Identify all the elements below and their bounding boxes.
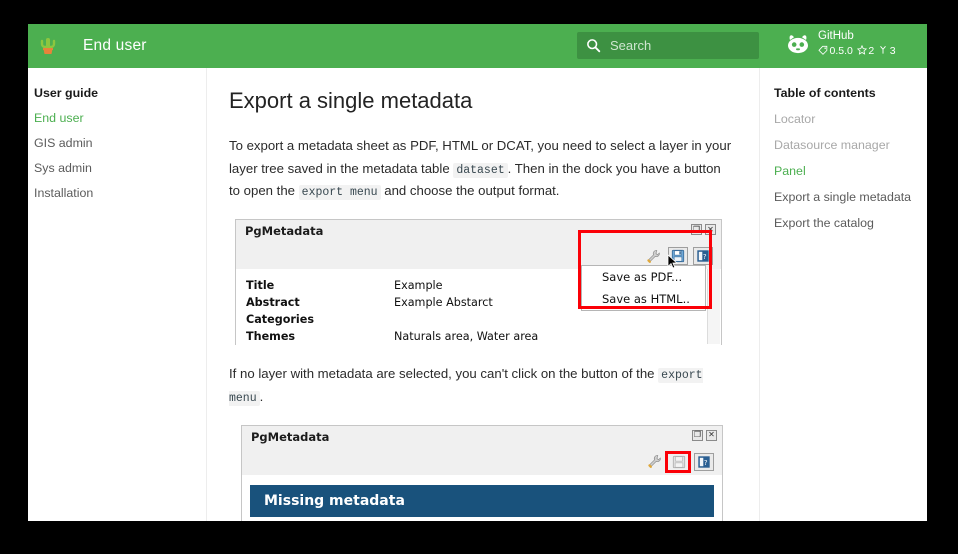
paragraph2-part1: If no layer with metadata are selected, … bbox=[229, 366, 659, 382]
alert-message: The layer VVV veloroutes.repere is missi… bbox=[250, 517, 714, 521]
row-key: Title bbox=[246, 279, 275, 293]
window-controls-2: ❐ ✕ bbox=[692, 429, 717, 441]
svg-text:?: ? bbox=[704, 459, 708, 467]
paragraph2-part2: . bbox=[259, 389, 264, 404]
sidebar-item-installation[interactable]: Installation bbox=[34, 186, 206, 200]
github-label: GitHub bbox=[818, 30, 854, 42]
panel-toolbar-2: ? bbox=[242, 448, 722, 475]
search-icon bbox=[586, 38, 601, 53]
table-of-contents: Table of contents Locator Datasource man… bbox=[759, 68, 927, 521]
alert-title: Missing metadata bbox=[250, 484, 714, 517]
panel-body-2: Missing metadata The layer VVV veloroute… bbox=[242, 474, 722, 521]
code-dataset: dataset bbox=[453, 162, 508, 178]
row-key: Themes bbox=[246, 330, 296, 344]
cactus-icon bbox=[35, 33, 61, 59]
forks-value: 3 bbox=[889, 45, 896, 58]
paragraph1-part3: and choose the output format. bbox=[380, 183, 560, 199]
search-input[interactable] bbox=[610, 38, 740, 53]
row-value: Example Abstarct bbox=[394, 296, 493, 310]
close-button-2[interactable]: ✕ bbox=[706, 429, 717, 441]
sidebar-item-gis-admin[interactable]: GIS admin bbox=[34, 136, 206, 150]
panel-title-2: PgMetadata bbox=[251, 429, 330, 444]
float-button-2[interactable]: ❐ bbox=[692, 429, 703, 441]
toc-item-panel[interactable]: Panel bbox=[774, 164, 927, 178]
row-key: Categories bbox=[246, 313, 314, 327]
panel-title-1: PgMetadata bbox=[245, 224, 324, 239]
toc-item-datasource-manager[interactable]: Datasource manager bbox=[774, 138, 927, 152]
toc-item-export-catalog[interactable]: Export the catalog bbox=[774, 216, 927, 230]
fork-icon bbox=[878, 45, 888, 59]
search-box[interactable] bbox=[577, 32, 759, 59]
screenshot-export-menu: PgMetadata ❐ ✕ ? Title Example Abstract … bbox=[235, 219, 722, 352]
stars-stat: 2 bbox=[856, 44, 875, 59]
site-title: End user bbox=[83, 37, 147, 54]
panel-titlebar-2: PgMetadata ❐ ✕ bbox=[242, 425, 722, 449]
toc-item-export-single-metadata[interactable]: Export a single metadata bbox=[774, 190, 927, 204]
intro-paragraph: To export a metadata sheet as PDF, HTML … bbox=[229, 135, 733, 203]
primary-navigation: User guide End user GIS admin Sys admin … bbox=[28, 68, 207, 521]
star-icon bbox=[856, 44, 867, 59]
table-row: Categories bbox=[236, 311, 721, 328]
no-layer-paragraph: If no layer with metadata are selected, … bbox=[229, 363, 733, 409]
highlight-box-export bbox=[578, 230, 712, 310]
toc-heading: Table of contents bbox=[774, 86, 876, 100]
code-export-menu-1: export menu bbox=[298, 185, 381, 201]
nav-heading: User guide bbox=[34, 86, 99, 100]
forks-stat: 3 bbox=[878, 45, 896, 59]
documentation-page: End user Search GitHub 0.5.0 2 3 User gu… bbox=[28, 24, 927, 521]
row-key: Abstract bbox=[246, 296, 300, 310]
tag-icon bbox=[818, 45, 828, 59]
row-value: Naturals area, Water area bbox=[394, 330, 539, 344]
github-icon bbox=[786, 32, 810, 56]
screenshot-missing-metadata: PgMetadata ❐ ✕ ? Missing metadata bbox=[241, 424, 723, 521]
row-value: Example bbox=[394, 279, 443, 293]
mouse-cursor-icon bbox=[667, 254, 679, 275]
toc-item-locator[interactable]: Locator bbox=[774, 112, 927, 126]
github-repo-link[interactable]: GitHub 0.5.0 2 3 bbox=[786, 30, 896, 58]
highlight-box-disabled-export bbox=[665, 450, 691, 473]
page-body: User guide End user GIS admin Sys admin … bbox=[28, 68, 927, 521]
stars-value: 2 bbox=[868, 45, 875, 58]
table-row: Themes Naturals area, Water area bbox=[236, 328, 721, 345]
version-value: 0.5.0 bbox=[829, 45, 853, 58]
site-header: End user Search GitHub 0.5.0 2 3 bbox=[28, 24, 927, 68]
main-content: Export a single metadata To export a met… bbox=[207, 68, 759, 521]
version-stat: 0.5.0 bbox=[818, 45, 853, 59]
sidebar-item-sys-admin[interactable]: Sys admin bbox=[34, 161, 206, 175]
wrench-icon[interactable] bbox=[644, 453, 664, 471]
page-title: Export a single metadata bbox=[229, 88, 473, 113]
help-icon[interactable]: ? bbox=[694, 452, 714, 471]
sidebar-item-end-user[interactable]: End user bbox=[34, 111, 206, 125]
